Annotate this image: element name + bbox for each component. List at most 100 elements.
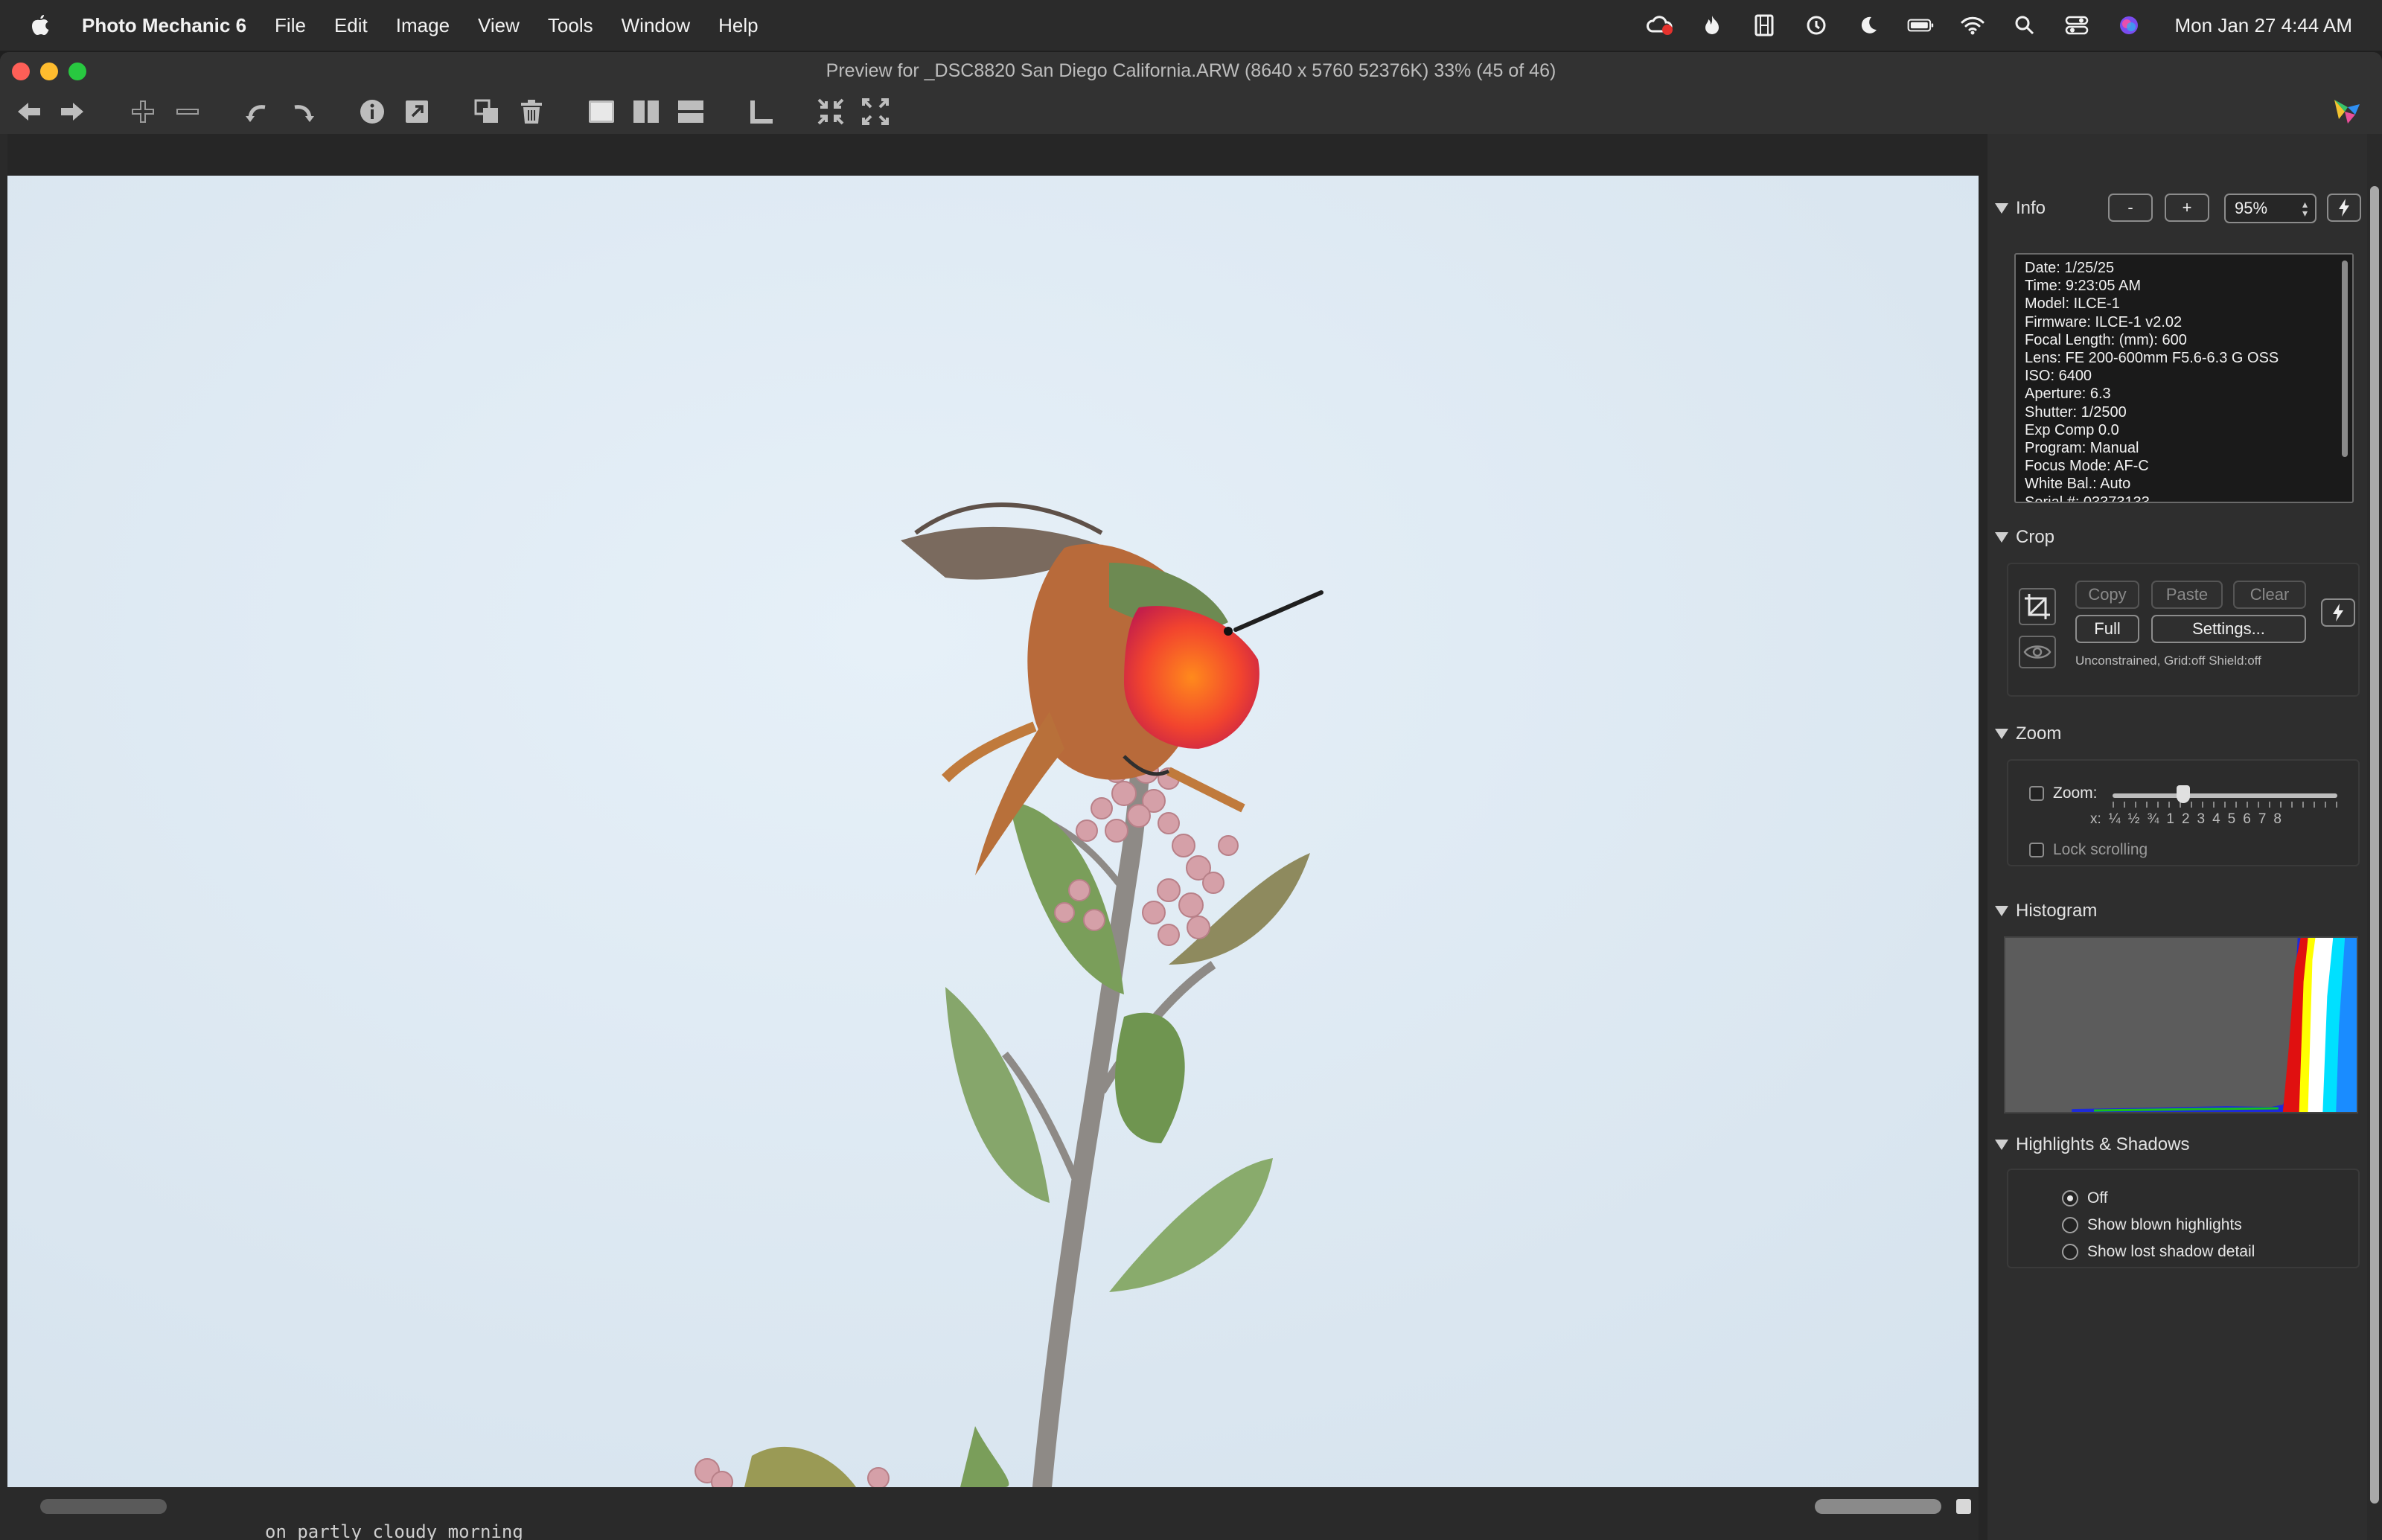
scroll-thumb-right[interactable] — [1815, 1499, 1941, 1514]
radio-off[interactable] — [2062, 1190, 2078, 1207]
info-program: Program: Manual — [2025, 440, 2139, 457]
rotate-left-button[interactable] — [240, 94, 275, 130]
zoom-checkbox-row[interactable]: Zoom: — [2029, 785, 2098, 802]
menu-file[interactable]: File — [275, 14, 306, 37]
lock-scrolling-checkbox[interactable] — [2029, 843, 2044, 857]
menu-tools[interactable]: Tools — [548, 14, 593, 37]
plus-icon — [132, 100, 154, 123]
window-controls — [12, 63, 86, 80]
zoom-scale-labels: x: ¼ ½ ¾ 1 2 3 4 5 6 7 8 — [2090, 811, 2282, 828]
menu-help[interactable]: Help — [718, 14, 758, 37]
crop-section-header[interactable]: Crop — [1995, 527, 2054, 548]
filmstrip-view-button[interactable] — [743, 94, 779, 130]
menu-window[interactable]: Window — [622, 14, 690, 37]
rotate-left-icon — [246, 105, 266, 122]
zoom-checkbox[interactable] — [2029, 786, 2044, 801]
crop-copy-button[interactable]: Copy — [2075, 581, 2139, 609]
highlights-option-blown[interactable]: Show blown highlights — [2062, 1216, 2242, 1234]
radio-lost-shadow[interactable] — [2062, 1244, 2078, 1260]
highlights-option-off[interactable]: Off — [2062, 1189, 2108, 1207]
battery-icon[interactable] — [1907, 14, 1934, 36]
duplicate-button[interactable] — [469, 94, 505, 130]
film-strip-icon[interactable] — [1751, 14, 1778, 36]
crop-paste-button[interactable]: Paste — [2151, 581, 2223, 609]
highlights-option-shadow[interactable]: Show lost shadow detail — [2062, 1243, 2255, 1261]
zoom-scale-7: 7 — [2258, 811, 2267, 827]
info-zoom-select[interactable]: 95% ▴ ▾ — [2224, 194, 2316, 223]
zoom-scale-2: 2 — [2181, 811, 2190, 827]
crop-settings-button[interactable]: Settings... — [2151, 615, 2306, 643]
info-decrease-button[interactable]: - — [2108, 194, 2153, 222]
crop-lightning-button[interactable] — [2321, 598, 2355, 627]
exit-fullscreen-button[interactable] — [813, 94, 849, 130]
zoom-label: Zoom: — [2053, 785, 2098, 802]
crop-tool-button[interactable] — [2019, 588, 2056, 625]
app-menu-name[interactable]: Photo Mechanic 6 — [82, 14, 246, 37]
close-window-button[interactable] — [12, 63, 30, 80]
inspector-panel: Info - + 95% ▴ ▾ Date: 1/25/25 Time: 9:23… — [1987, 134, 2367, 1540]
scroll-thumb-left[interactable] — [40, 1499, 167, 1514]
crop-icon — [2025, 594, 2050, 619]
zoom-slider-track[interactable] — [2113, 793, 2337, 798]
siri-icon[interactable] — [2116, 14, 2142, 36]
zoom-out-button[interactable] — [170, 94, 205, 130]
menu-view[interactable]: View — [478, 14, 520, 37]
external-edit-icon — [406, 100, 428, 123]
stacked-view-button[interactable] — [673, 94, 709, 130]
eye-icon — [2023, 645, 2051, 659]
histogram-section-header[interactable]: Histogram — [1995, 901, 2097, 921]
lock-scrolling-row[interactable]: Lock scrolling — [2029, 841, 2148, 859]
rotate-right-button[interactable] — [284, 94, 320, 130]
crop-preview-toggle[interactable] — [2019, 636, 2056, 668]
radio-blown-highlights[interactable] — [2062, 1217, 2078, 1233]
stepper-arrows-icon: ▴ ▾ — [2302, 198, 2308, 219]
creative-cloud-icon[interactable] — [1646, 14, 1673, 36]
metadata-info-box[interactable]: Date: 1/25/25 Time: 9:23:05 AM Model: IL… — [2014, 253, 2354, 503]
panel-scroll-thumb[interactable] — [2370, 186, 2379, 1504]
flame-icon[interactable] — [1699, 14, 1725, 36]
info-iso: ISO: 6400 — [2025, 368, 2092, 385]
zoom-slider-ticks — [2113, 802, 2337, 808]
zoom-slider-knob[interactable] — [2177, 785, 2190, 803]
info-shutter: Shutter: 1/2500 — [2025, 403, 2127, 421]
info-scrollbar[interactable] — [2342, 261, 2348, 457]
info-aperture: Aperture: 6.3 — [2025, 386, 2111, 403]
zoom-section-header[interactable]: Zoom — [1995, 723, 2061, 744]
previous-photo-button[interactable] — [10, 94, 46, 130]
delete-button[interactable] — [514, 94, 549, 130]
info-increase-button[interactable]: + — [2165, 194, 2209, 222]
lock-scrolling-label: Lock scrolling — [2053, 841, 2148, 858]
panel-divider[interactable] — [1979, 134, 1987, 1540]
wifi-icon[interactable] — [1959, 14, 1986, 36]
menu-image[interactable]: Image — [396, 14, 450, 37]
time-machine-icon[interactable] — [1803, 14, 1830, 36]
panel-scrollbar[interactable] — [2367, 134, 2382, 1540]
info-button[interactable] — [354, 94, 390, 130]
resize-corner[interactable] — [1956, 1499, 1971, 1514]
disclosure-triangle-icon — [1995, 203, 2008, 214]
crop-full-button[interactable]: Full — [2075, 615, 2139, 643]
focus-moon-icon[interactable] — [1855, 14, 1882, 36]
highlights-section-header[interactable]: Highlights & Shadows — [1995, 1134, 2189, 1155]
disclosure-triangle-icon — [1995, 532, 2008, 543]
preview-horizontal-scrollbar[interactable] — [7, 1495, 1979, 1517]
next-photo-button[interactable] — [55, 94, 91, 130]
menu-edit[interactable]: Edit — [334, 14, 368, 37]
fullscreen-button[interactable] — [858, 94, 893, 130]
single-view-button[interactable] — [584, 94, 619, 130]
search-icon[interactable] — [2011, 14, 2038, 36]
rotate-right-icon — [294, 105, 314, 122]
open-in-editor-button[interactable] — [399, 94, 435, 130]
info-lightning-button[interactable] — [2327, 194, 2361, 222]
zoom-window-button[interactable] — [68, 63, 86, 80]
control-center-icon[interactable] — [2063, 14, 2090, 36]
apple-menu-icon[interactable] — [30, 13, 51, 37]
minimize-window-button[interactable] — [40, 63, 58, 80]
crop-status-text: Unconstrained, Grid:off Shield:off — [2075, 654, 2261, 668]
menu-clock[interactable]: Mon Jan 27 4:44 AM — [2175, 14, 2352, 37]
photo-preview[interactable] — [7, 176, 1979, 1487]
info-section-header[interactable]: Info — [1995, 198, 2046, 219]
side-by-side-view-button[interactable] — [628, 94, 664, 130]
crop-clear-button[interactable]: Clear — [2233, 581, 2306, 609]
zoom-in-button[interactable] — [125, 94, 161, 130]
